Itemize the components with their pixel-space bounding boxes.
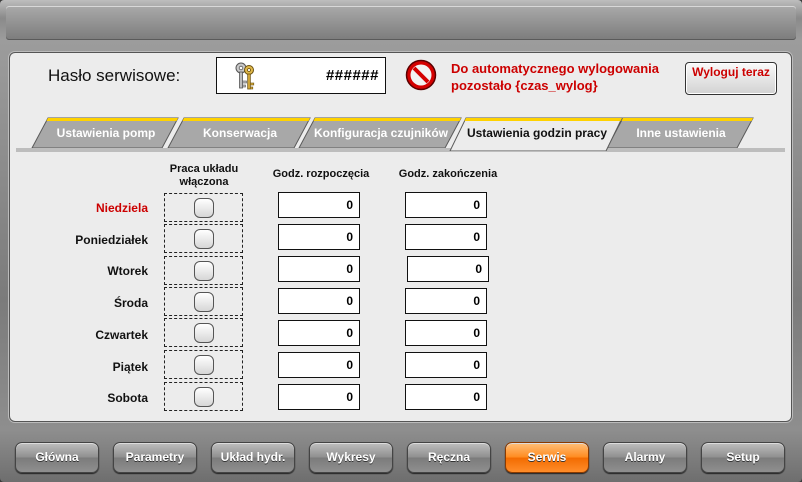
end-hour-input[interactable]: 0 (405, 352, 487, 378)
tab-maintenance[interactable]: Konserwacja (166, 117, 314, 149)
enabled-checkbox-frame (164, 224, 243, 253)
nav-charts-button[interactable]: Wykresy (309, 442, 393, 473)
tab-working-hours[interactable]: Ustawienia godzin pracy (448, 117, 626, 151)
tab-label: Ustawienia godzin pracy (466, 126, 608, 140)
enabled-checkbox[interactable] (194, 229, 214, 249)
end-hour-input[interactable]: 0 (405, 224, 487, 250)
day-label: Poniedziałek (75, 233, 148, 247)
password-field[interactable]: ###### (216, 57, 386, 94)
start-hour-input[interactable]: 0 (278, 192, 360, 218)
password-label: Hasło serwisowe: (48, 66, 181, 85)
enabled-checkbox[interactable] (194, 198, 214, 218)
nav-manual-button[interactable]: Ręczna (407, 442, 491, 473)
password-value: ###### (325, 67, 379, 84)
tab-sensor-config[interactable]: Konfiguracja czujników (297, 117, 465, 149)
enabled-checkbox-frame (164, 287, 243, 316)
enabled-checkbox[interactable] (194, 261, 214, 281)
tab-label: Konserwacja (202, 126, 278, 140)
start-hour-input[interactable]: 0 (278, 320, 360, 346)
enabled-checkbox-frame (164, 256, 243, 285)
enabled-checkbox-frame (164, 318, 243, 347)
tab-strip-line (16, 148, 785, 152)
enabled-checkbox[interactable] (194, 355, 214, 375)
day-label: Środa (113, 296, 148, 310)
start-hour-input[interactable]: 0 (278, 352, 360, 378)
tab-label: Ustawienia pomp (56, 126, 156, 140)
day-label: Wtorek (107, 264, 148, 278)
top-bevel (6, 6, 796, 40)
enabled-checkbox-frame (164, 350, 243, 379)
tab-label: Inne ustawienia (636, 126, 726, 140)
end-hour-input[interactable]: 0 (405, 192, 487, 218)
tab-label: Konfiguracja czujników (313, 126, 448, 140)
end-hour-input[interactable]: 0 (407, 256, 489, 282)
end-hour-input[interactable]: 0 (405, 384, 487, 410)
day-label: Sobota (107, 391, 148, 405)
start-hour-input[interactable]: 0 (278, 288, 360, 314)
enabled-checkbox[interactable] (194, 323, 214, 343)
day-label: Niedziela (95, 201, 148, 215)
nav-service-button[interactable]: Serwis (505, 442, 589, 473)
nav-hydraulics-button[interactable]: Układ hydr. (211, 442, 295, 473)
tab-pump-settings[interactable]: Ustawienia pomp (30, 117, 182, 149)
nav-setup-button[interactable]: Setup (701, 442, 785, 473)
nav-parameters-button[interactable]: Parametry (113, 442, 197, 473)
column-header-start: Godz. rozpoczęcia (272, 168, 370, 180)
day-label: Czwartek (95, 328, 148, 342)
enabled-checkbox-frame (164, 382, 243, 411)
keys-icon (235, 62, 255, 90)
start-hour-input[interactable]: 0 (278, 224, 360, 250)
enabled-checkbox[interactable] (194, 387, 214, 407)
logout-countdown-message: Do automatycznego wylogowania pozostało … (451, 61, 660, 93)
end-hour-input[interactable]: 0 (405, 288, 487, 314)
stop-icon (405, 59, 437, 91)
nav-main-button[interactable]: Główna (15, 442, 99, 473)
enabled-checkbox[interactable] (194, 292, 214, 312)
enabled-checkbox-frame (164, 193, 243, 222)
column-header-enabled: Praca układu włączona (169, 163, 239, 188)
start-hour-input[interactable]: 0 (278, 256, 360, 282)
tab-other-settings[interactable]: Inne ustawienia (605, 117, 757, 149)
start-hour-input[interactable]: 0 (278, 384, 360, 410)
logout-now-button[interactable]: Wyloguj teraz (685, 62, 777, 95)
end-hour-input[interactable]: 0 (405, 320, 487, 346)
nav-alarms-button[interactable]: Alarmy (603, 442, 687, 473)
column-header-end: Godz. zakończenia (398, 168, 498, 180)
day-label: Piątek (112, 360, 148, 374)
